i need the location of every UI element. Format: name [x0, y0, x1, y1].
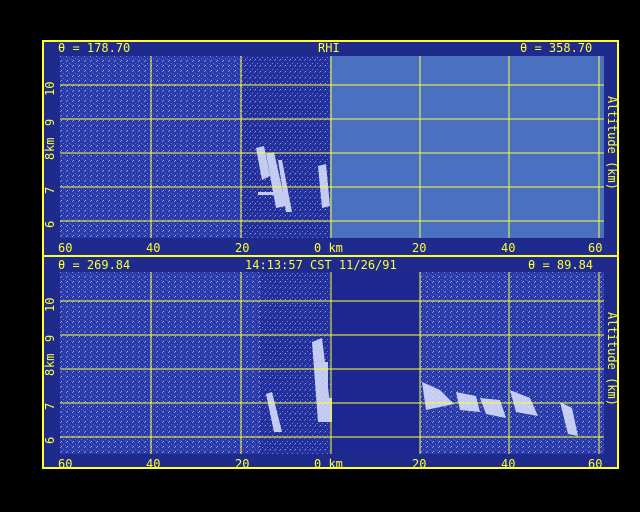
top-y-label-km: km [43, 137, 57, 152]
top-x-tick-6: 60 [588, 241, 603, 255]
bottom-left-angle: θ = 269.84 [58, 258, 131, 272]
panel-separator [42, 255, 619, 257]
bottom-y-tick-9: 9 [43, 334, 57, 342]
bottom-right-angle: θ = 89.84 [528, 258, 594, 272]
top-right-angle: θ = 358.70 [520, 41, 593, 55]
bottom-x-tick-6: 60 [588, 457, 603, 471]
top-title: RHI [318, 41, 340, 55]
top-y-tick-10: 10 [43, 81, 57, 96]
bottom-y-tick-8: 8 [43, 368, 57, 376]
top-rhi-plot [60, 56, 604, 238]
bottom-clear-center [330, 272, 420, 454]
bottom-rhi-plot [60, 272, 604, 454]
top-x-tick-0: 60 [58, 241, 73, 255]
top-no-data-region [330, 56, 604, 238]
top-y-tick-8: 8 [43, 152, 57, 160]
bottom-y-tick-6: 6 [43, 436, 57, 444]
bottom-x-tick-3: 0 km [314, 457, 343, 471]
top-y-tick-7: 7 [43, 186, 57, 194]
bottom-title: 14:13:57 CST 11/26/91 [245, 258, 397, 272]
bottom-y-label-right: Altitude (km) [605, 312, 619, 406]
bottom-x-tick-5: 40 [501, 457, 516, 471]
top-left-angle: θ = 178.70 [58, 41, 131, 55]
top-x-tick-2: 20 [235, 241, 250, 255]
bottom-noise-region-left [60, 272, 260, 454]
top-x-tick-3: 0 km [314, 241, 343, 255]
bottom-plot-canvas [60, 272, 604, 454]
bottom-x-tick-2: 20 [235, 457, 250, 471]
bottom-y-tick-7: 7 [43, 402, 57, 410]
top-y-tick-6: 6 [43, 220, 57, 228]
top-x-tick-4: 20 [412, 241, 427, 255]
bottom-x-tick-0: 60 [58, 457, 73, 471]
bottom-x-tick-4: 20 [412, 457, 427, 471]
top-y-label-right: Altitude (km) [605, 96, 619, 190]
bottom-noise-region-right [420, 272, 604, 454]
bottom-y-label-km: km [43, 353, 57, 368]
bottom-y-tick-10: 10 [43, 297, 57, 312]
bottom-x-tick-1: 40 [146, 457, 161, 471]
top-x-tick-5: 40 [501, 241, 516, 255]
top-y-tick-9: 9 [43, 118, 57, 126]
top-plot-canvas [60, 56, 604, 238]
top-x-tick-1: 40 [146, 241, 161, 255]
